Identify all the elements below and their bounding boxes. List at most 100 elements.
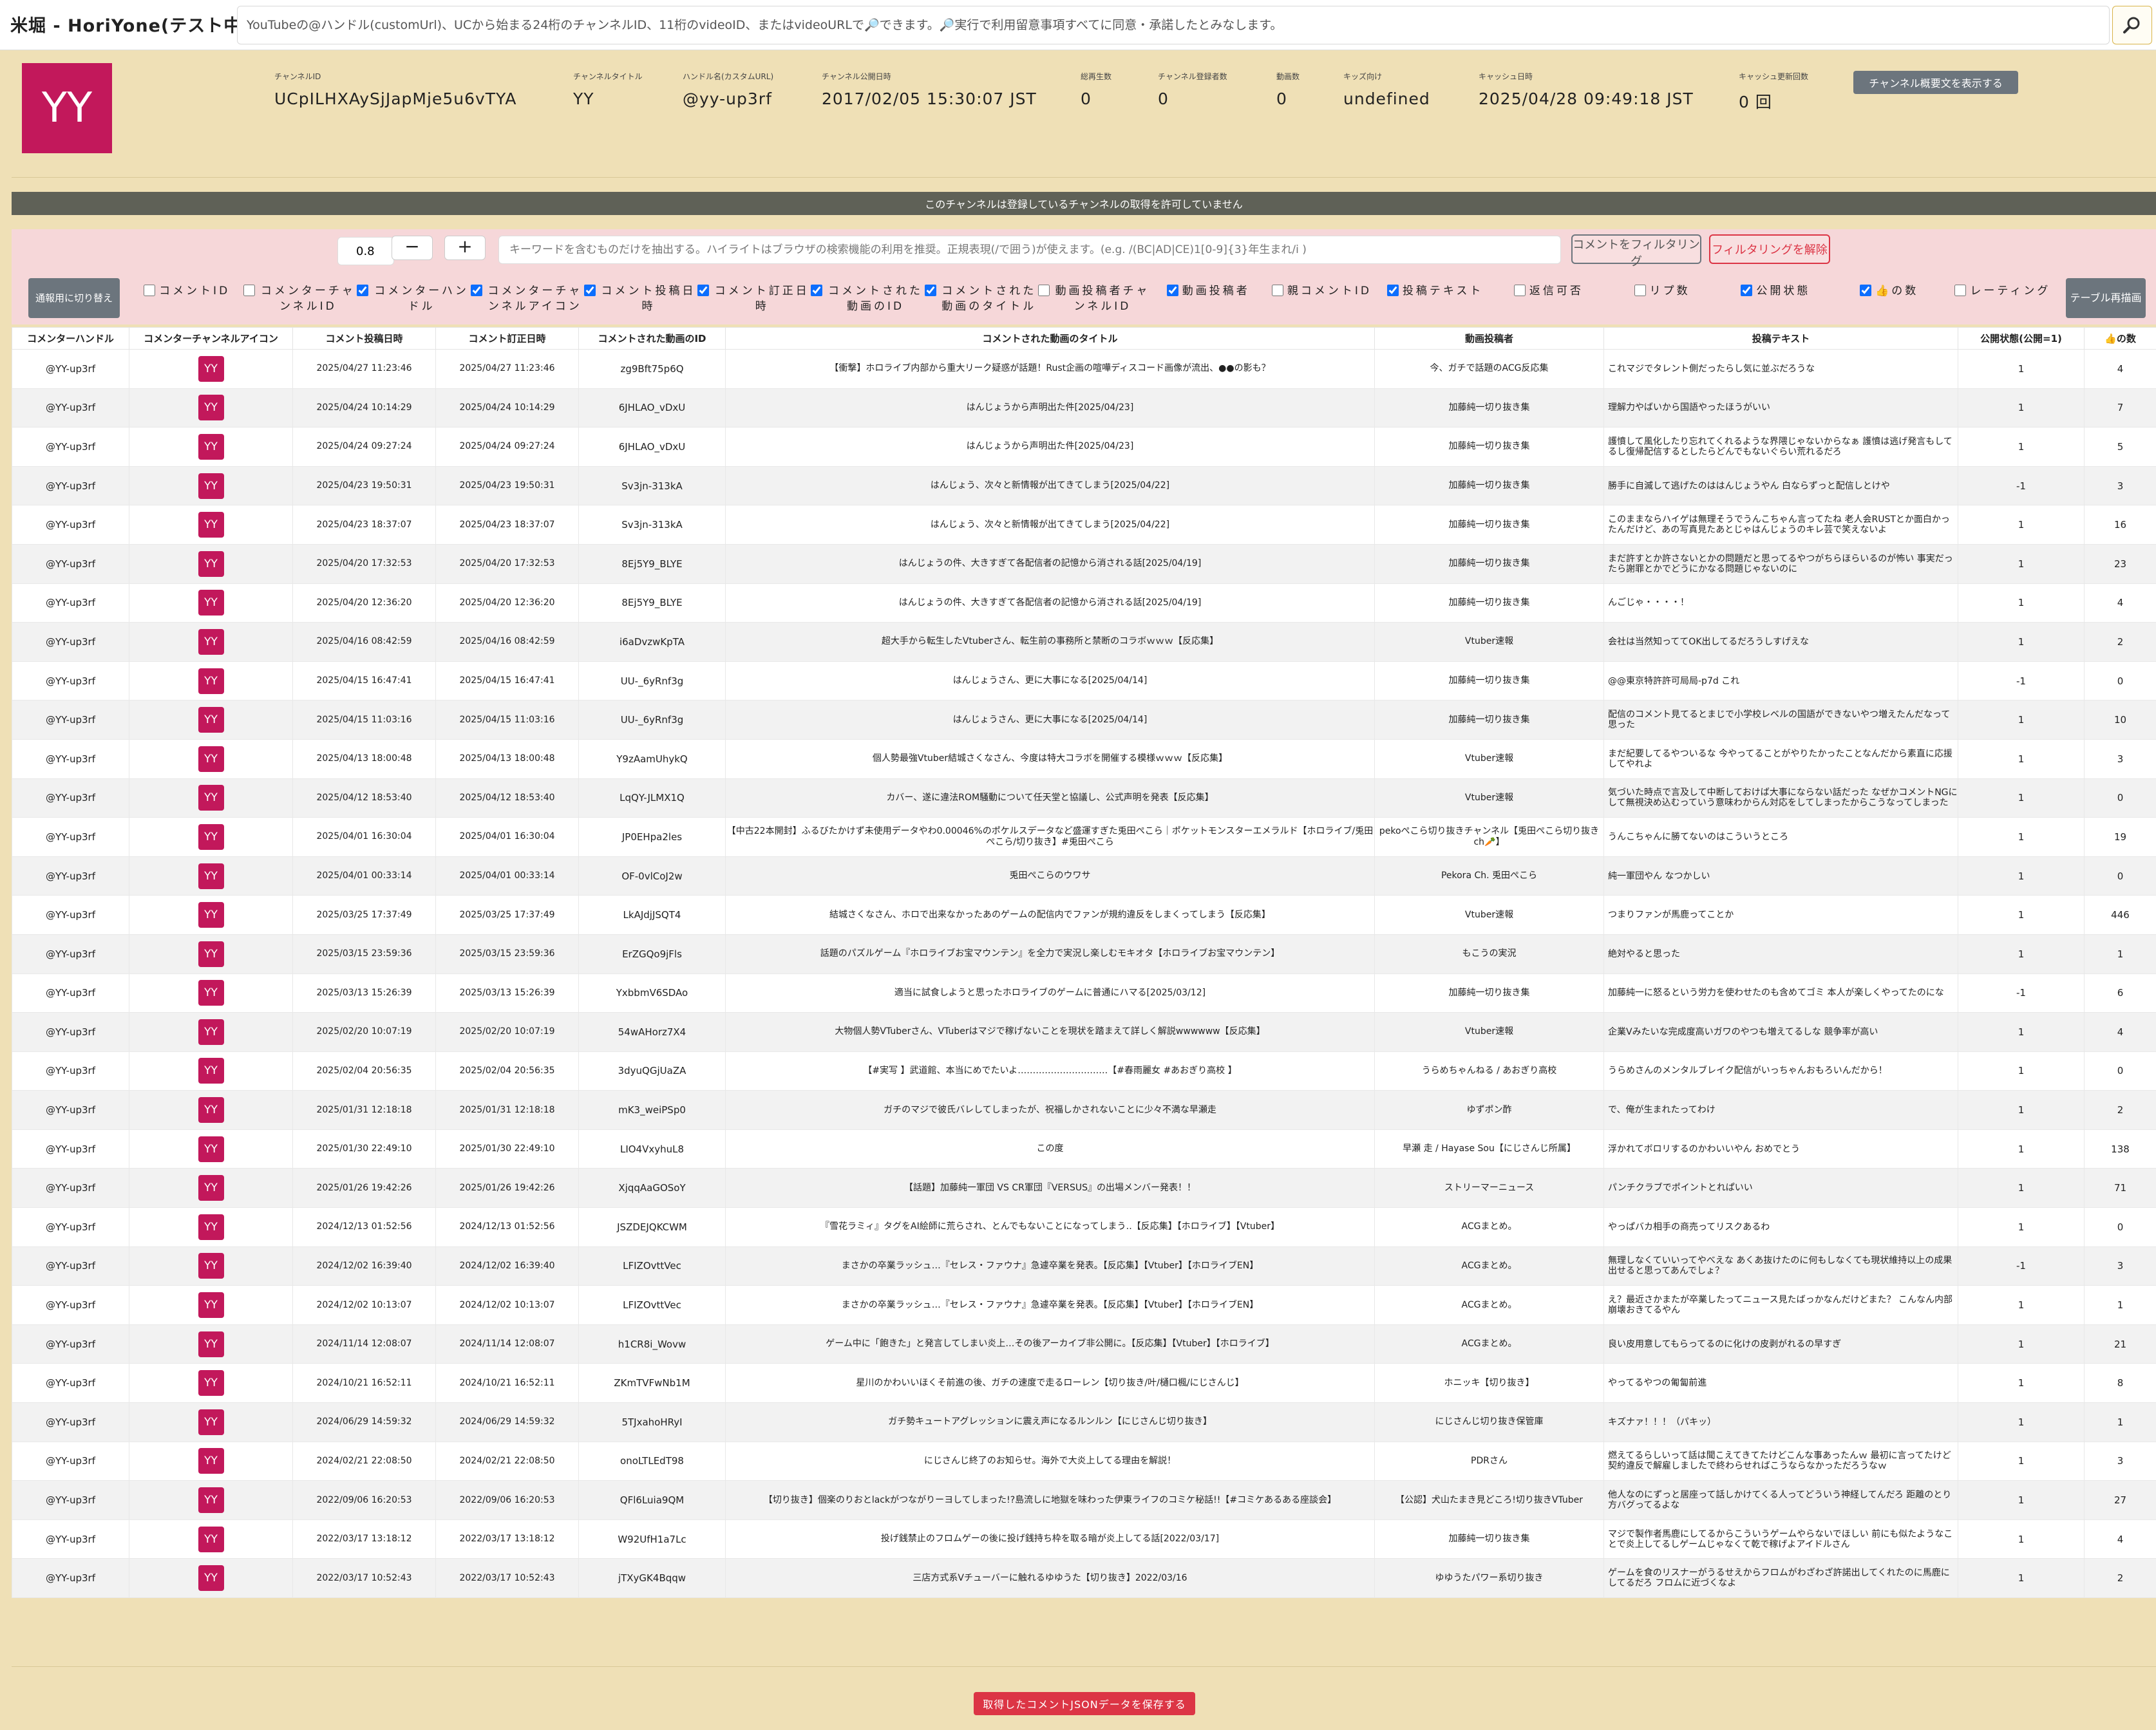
column-toggle[interactable]: 👍の数 [1833,278,1946,318]
top-bar: 米堀 - HoriYone(テスト中) [0,0,2156,50]
column-toggle[interactable]: 動画投稿者 [1151,278,1265,318]
column-checkbox[interactable] [1037,285,1050,296]
decrease-button[interactable]: − [392,236,433,260]
visibility-cell: 1 [1958,856,2085,896]
column-toggle[interactable]: コメンターチャンネルアイコン [470,278,584,318]
column-toggle[interactable]: 投稿テキスト [1379,278,1492,318]
commenter-avatar[interactable]: YY [198,1292,224,1319]
header-likes[interactable]: 👍の数 [2084,327,2156,350]
commenter-avatar[interactable]: YY [198,1214,224,1240]
header-edited-at[interactable]: コメント訂正日時 [435,327,579,350]
commenter-icon-cell: YY [129,778,293,818]
commenter-avatar[interactable]: YY [198,355,224,382]
column-toggle[interactable]: 返信可否 [1492,278,1605,318]
column-toggle[interactable]: 動画投稿者チャンネルID [1037,278,1151,318]
commenter-avatar[interactable]: YY [198,1019,224,1045]
column-toggle[interactable]: コメント投稿日時 [583,278,697,318]
commenter-avatar[interactable]: YY [198,1448,224,1474]
save-json-button[interactable]: 取得したコメントJSONデータを保存する [974,1692,1195,1715]
column-checkbox[interactable] [1386,285,1399,296]
column-checkbox[interactable] [1954,285,1967,296]
column-toggle[interactable]: レーティング [1946,278,2059,318]
commenter-avatar[interactable]: YY [198,746,224,772]
header-visibility[interactable]: 公開状態(公開=1) [1958,327,2085,350]
clear-filter-button[interactable]: フィルタリングを解除 [1709,234,1830,264]
commenter-avatar[interactable]: YY [198,1253,224,1279]
column-checkbox[interactable] [924,285,936,296]
commenter-avatar[interactable]: YY [198,823,224,850]
commenter-avatar[interactable]: YY [198,395,224,421]
column-checkbox[interactable] [144,285,156,296]
header-video-title[interactable]: コメントされた動画のタイトル [725,327,1375,350]
search-button[interactable] [2112,6,2152,44]
commenter-avatar[interactable]: YY [198,1370,224,1396]
column-toggle[interactable]: コメントされた動画のタイトル [924,278,1038,318]
commenter-avatar[interactable]: YY [198,1097,224,1124]
column-checkbox[interactable] [583,285,596,296]
column-toggle[interactable]: コメントID [130,278,243,318]
commenter-avatar[interactable]: YY [198,1175,224,1201]
posted-at-cell: 2024/06/29 14:59:32 [292,1402,436,1442]
column-checkbox[interactable] [1166,285,1178,296]
commenter-avatar[interactable]: YY [198,902,224,928]
commenter-avatar[interactable]: YY [198,980,224,1006]
header-comment-text[interactable]: 投稿テキスト [1603,327,1958,350]
column-toggle[interactable]: リプ数 [1605,278,1719,318]
commenter-avatar[interactable]: YY [198,1136,224,1162]
column-checkbox[interactable] [811,285,823,296]
commenter-avatar[interactable]: YY [198,550,224,577]
column-toggle[interactable]: 公開状態 [1719,278,1832,318]
commenter-avatar[interactable]: YY [198,512,224,538]
table-row: @YY-up3rf YY 2025/04/20 12:36:20 2025/04/20… [12,583,2156,623]
comment-text-cell: 配信のコメント見てるとまじで小学校レベルの国語ができないやつ増えたんだなって思っ… [1603,700,1958,740]
column-checkbox[interactable] [1741,285,1753,296]
report-mode-button[interactable]: 通報用に切り替え [28,278,120,318]
commenter-avatar[interactable]: YY [198,433,224,460]
header-video-uploader[interactable]: 動画投稿者 [1374,327,1604,350]
increase-button[interactable]: + [444,236,486,260]
column-checkbox[interactable] [1271,285,1283,296]
column-checkbox[interactable] [1860,285,1872,296]
column-toggle[interactable]: コメンターチャンネルID [243,278,357,318]
apply-filter-button[interactable]: コメントをフィルタリング [1571,234,1701,268]
column-checkbox[interactable] [243,285,256,296]
commenter-avatar[interactable]: YY [198,785,224,811]
column-checkbox[interactable] [470,285,482,296]
commenter-handle-cell: @YY-up3rf [12,1051,129,1091]
commenter-avatar[interactable]: YY [198,590,224,616]
commenter-avatar[interactable]: YY [198,1565,224,1592]
column-checkbox[interactable] [1634,285,1646,296]
video-title-cell: にじさんじ終了のお知らせ。海外で大炎上してる理由を解説！ [725,1441,1375,1481]
header-video-id[interactable]: コメントされた動画のID [578,327,726,350]
commenter-avatar[interactable]: YY [198,1331,224,1357]
keyword-filter-input[interactable] [498,236,1561,264]
column-toggle[interactable]: コメンターハンドル [357,278,470,318]
column-toggle[interactable]: コメントされた動画のID [811,278,924,318]
video-title-cell: まさかの卒業ラッシュ…『セレス・ファウナ』急遽卒業を発表。【反応集】【Vtube… [725,1246,1375,1286]
column-checkbox[interactable] [697,285,710,296]
redraw-table-button[interactable]: テーブル再描画 [2066,278,2146,318]
commenter-avatar[interactable]: YY [198,863,224,889]
commenter-avatar[interactable]: YY [198,707,224,733]
commenter-avatar[interactable]: YY [198,628,224,655]
commenter-handle-cell: @YY-up3rf [12,543,129,584]
commenter-avatar[interactable]: YY [198,941,224,967]
header-posted-at[interactable]: コメント投稿日時 [292,327,436,350]
commenter-avatar[interactable]: YY [198,668,224,694]
commenter-avatar[interactable]: YY [198,1058,224,1084]
commenter-avatar[interactable]: YY [198,473,224,499]
commenter-avatar[interactable]: YY [198,1487,224,1514]
column-toggle[interactable]: コメント訂正日時 [697,278,811,318]
column-toggle[interactable]: 親コメントID [1265,278,1378,318]
header-commenter-handle[interactable]: コメンターハンドル [12,327,129,350]
commenter-avatar[interactable]: YY [198,1526,224,1552]
show-description-button[interactable]: チャンネル概要文を表示する [1853,71,2018,94]
commenter-avatar[interactable]: YY [198,1409,224,1435]
column-checkbox[interactable] [357,285,369,296]
video-title-cell: はんじょうさん、更に大事になる[2025/04/14] [725,700,1375,740]
threshold-input[interactable] [337,237,394,265]
column-checkbox[interactable] [1513,285,1526,296]
header-commenter-icon[interactable]: コメンターチャンネルアイコン [129,327,293,350]
comment-text-cell: キズナァ！！！（パキッ） [1603,1402,1958,1442]
search-input[interactable] [237,6,2110,44]
